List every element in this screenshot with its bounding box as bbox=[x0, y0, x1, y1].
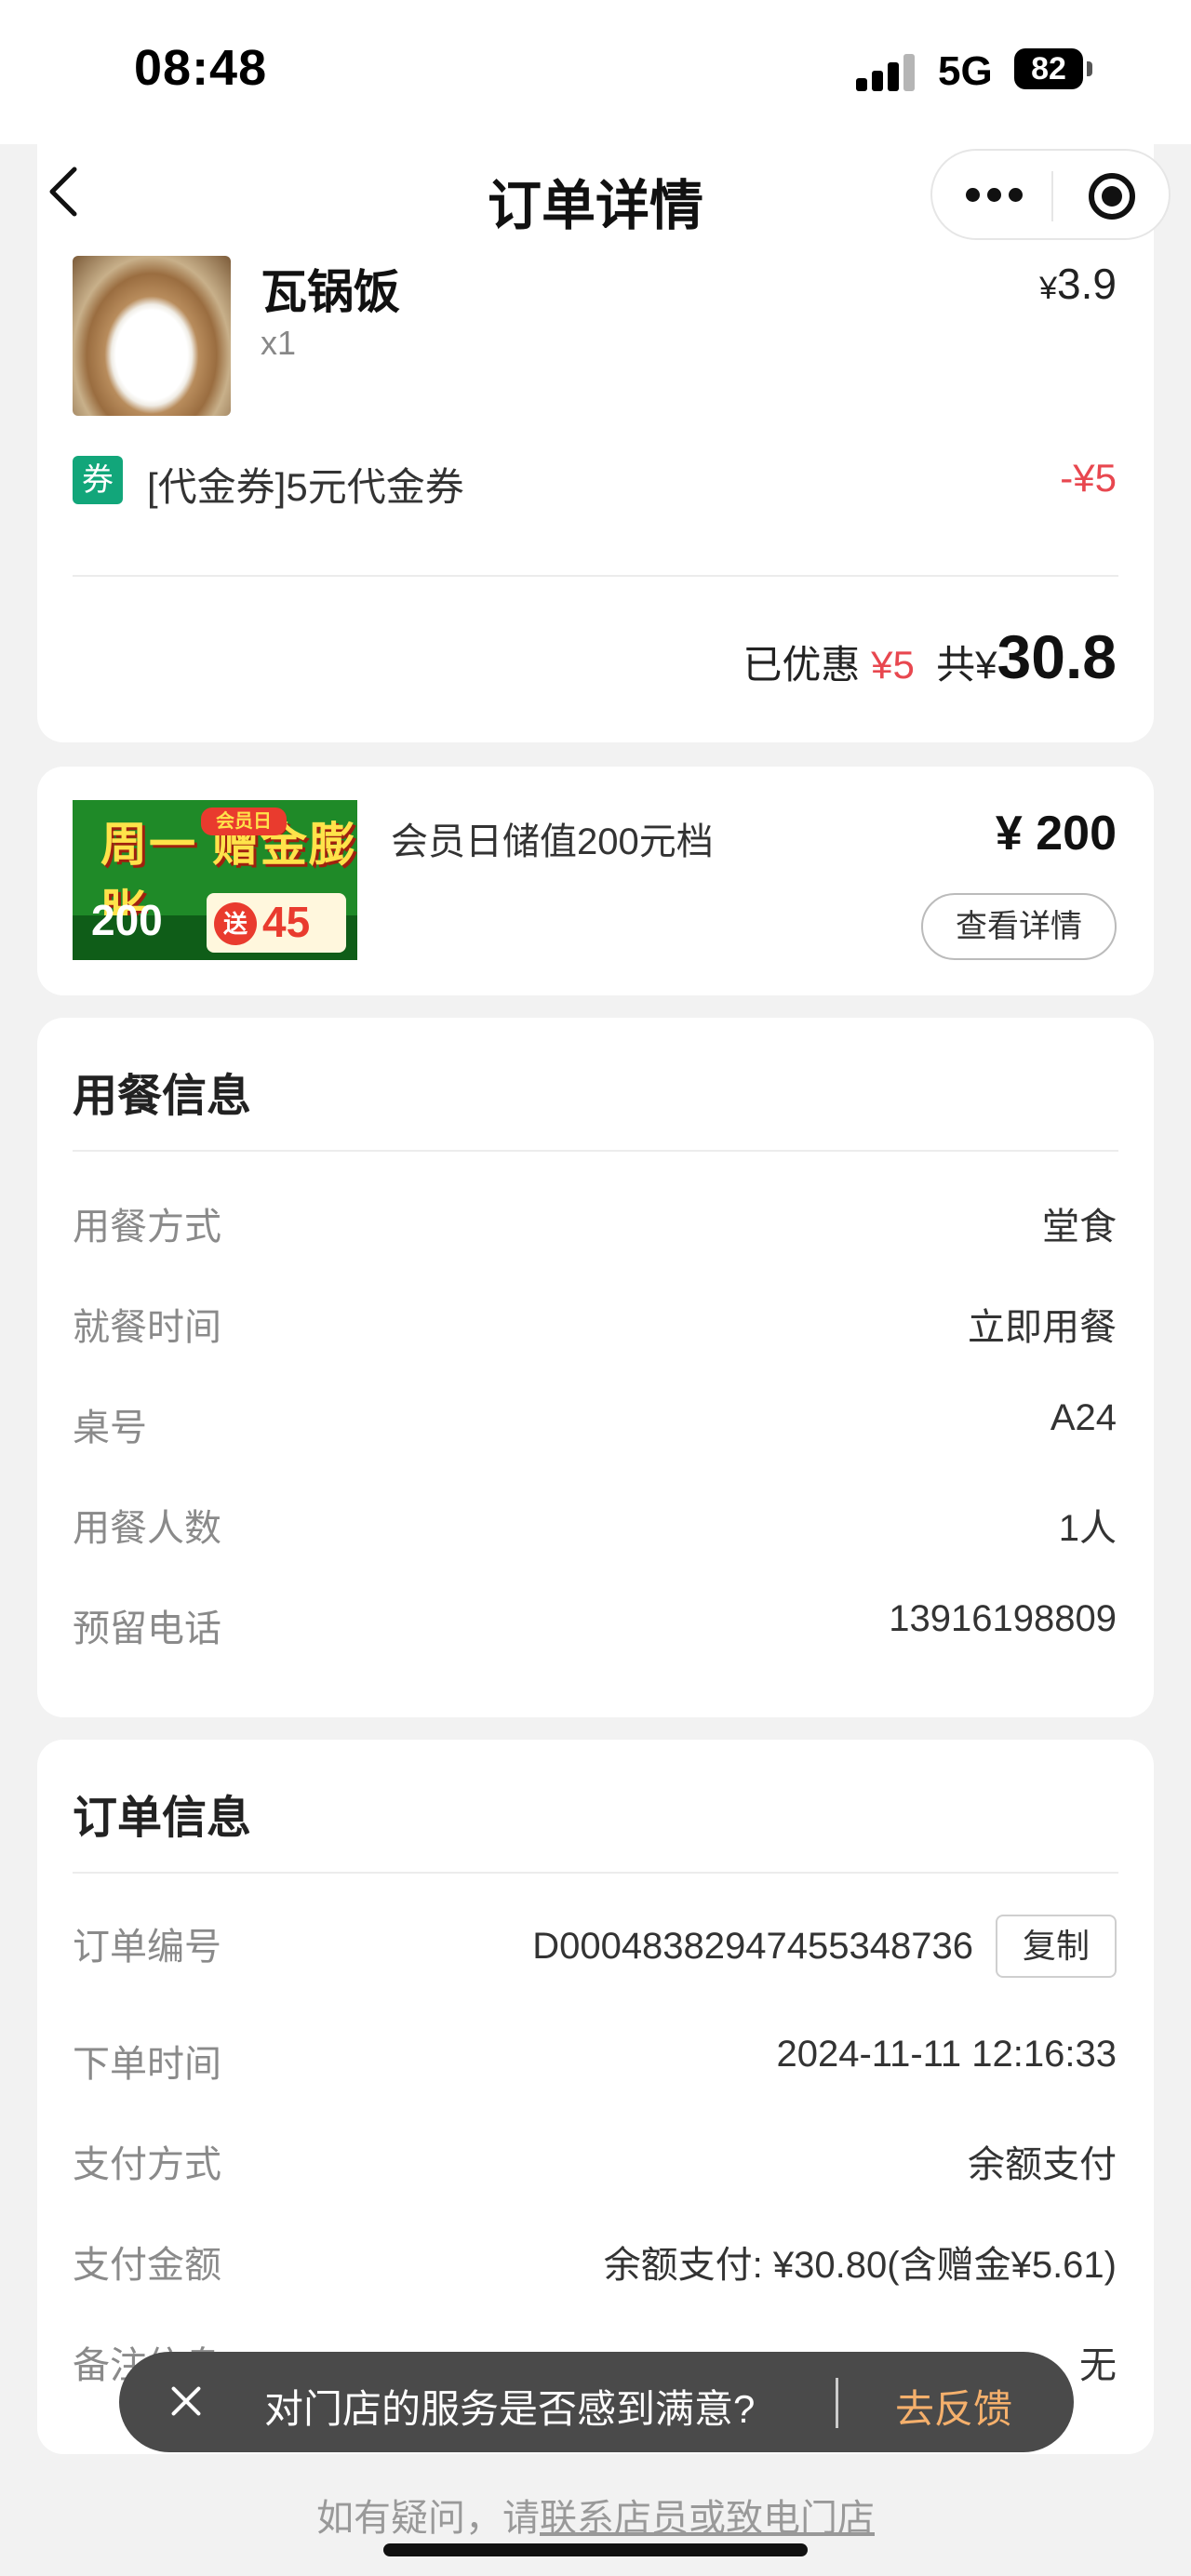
order-number: D00048382947455348736 bbox=[532, 1926, 973, 1967]
battery-icon: 82 bbox=[1014, 48, 1083, 89]
battery-tip bbox=[1087, 61, 1092, 76]
order-row-value: 2024-11-11 12:16:33 bbox=[776, 2034, 1117, 2075]
copy-button[interactable]: 复制 bbox=[996, 1915, 1117, 1978]
food-thumbnail bbox=[73, 256, 231, 416]
status-bar: 08:48 5G 82 订单详情 bbox=[0, 0, 1191, 240]
discount-label: 已优惠 bbox=[743, 643, 861, 687]
status-time: 08:48 bbox=[134, 40, 268, 96]
coupon-discount: -¥5 bbox=[1060, 456, 1117, 500]
divider bbox=[73, 575, 1118, 577]
dining-row-value: A24 bbox=[1050, 1397, 1117, 1438]
promo-price: ¥ 200 bbox=[995, 807, 1117, 861]
promo-image-base: 200 bbox=[91, 896, 163, 944]
order-row-label: 支付金额 bbox=[73, 2245, 221, 2286]
dining-row-value: 堂食 bbox=[1042, 1207, 1117, 1248]
dining-row-label: 就餐时间 bbox=[73, 1307, 221, 1348]
footer-help: 如有疑问，请联系店员或致电门店 bbox=[0, 2488, 1191, 2542]
total-label: 共 bbox=[936, 643, 976, 687]
promo-image-gift-amount: 45 bbox=[262, 898, 311, 946]
divider bbox=[73, 1150, 1118, 1152]
close-icon[interactable] bbox=[164, 2378, 210, 2424]
dining-row-label: 预留电话 bbox=[73, 1608, 221, 1649]
promo-name: 会员日储值200元档 bbox=[391, 821, 714, 862]
contact-store-link[interactable]: 联系店员或致电门店 bbox=[540, 2498, 875, 2539]
order-row-value: 无 bbox=[1079, 2345, 1117, 2386]
dining-row-label: 用餐人数 bbox=[73, 1508, 221, 1549]
promo-image-gift-word: 送 bbox=[214, 902, 257, 945]
more-dots-icon[interactable] bbox=[966, 186, 1024, 205]
feedback-toast: 对门店的服务是否感到满意? 去反馈 bbox=[119, 2352, 1074, 2452]
battery-level: 82 bbox=[1031, 51, 1066, 87]
currency-symbol: ¥ bbox=[1039, 271, 1058, 306]
coupon-tag: 券 bbox=[73, 456, 123, 504]
order-row-value: 余额支付: ¥30.80(含赠金¥5.61) bbox=[603, 2245, 1117, 2286]
discount-value: ¥5 bbox=[871, 643, 915, 687]
divider bbox=[73, 1872, 1118, 1874]
food-price-value: 3.9 bbox=[1057, 260, 1117, 308]
promo-banner-image: 周一 赠金膨胀 会员日 200 送 45 bbox=[73, 800, 357, 960]
order-row-label: 下单时间 bbox=[73, 2044, 221, 2085]
promo-image-gift: 送 45 bbox=[207, 893, 346, 953]
order-detail-page: 瓦锅饭 x1 ¥3.9 券 [代金券]5元代金券 -¥5 已优惠 ¥5 共¥30… bbox=[0, 0, 1191, 2576]
order-row-label: 订单编号 bbox=[73, 1927, 221, 1968]
order-row-value: 余额支付 bbox=[968, 2144, 1117, 2185]
total-amount: 30.8 bbox=[997, 622, 1117, 691]
order-summary: 已优惠 ¥5 共¥30.8 bbox=[743, 621, 1117, 692]
signal-icon bbox=[856, 52, 917, 91]
home-indicator[interactable] bbox=[383, 2543, 808, 2556]
order-info-title: 订单信息 bbox=[73, 1794, 252, 1843]
total-currency: ¥ bbox=[975, 643, 997, 687]
food-name: 瓦锅饭 bbox=[261, 266, 400, 318]
dining-row-value: 立即用餐 bbox=[968, 1307, 1117, 1348]
network-type: 5G bbox=[938, 48, 993, 94]
dining-row-value: 1人 bbox=[1058, 1508, 1117, 1549]
toast-divider bbox=[836, 2378, 838, 2428]
dining-row-label: 用餐方式 bbox=[73, 1207, 221, 1248]
capsule-divider bbox=[1051, 171, 1053, 221]
dining-row-label: 桌号 bbox=[73, 1408, 147, 1448]
miniprogram-capsule bbox=[930, 149, 1171, 240]
footer-prefix: 如有疑问，请 bbox=[316, 2498, 540, 2539]
coupon-name: [代金券]5元代金券 bbox=[147, 465, 464, 509]
close-target-icon[interactable] bbox=[1089, 173, 1135, 220]
order-row-label: 支付方式 bbox=[73, 2144, 221, 2185]
dining-info-title: 用餐信息 bbox=[73, 1072, 252, 1121]
dining-row-value: 13916198809 bbox=[889, 1598, 1117, 1639]
toast-message: 对门店的服务是否感到满意? bbox=[264, 2387, 756, 2431]
food-quantity: x1 bbox=[261, 324, 297, 362]
food-price: ¥3.9 bbox=[1039, 259, 1117, 309]
promo-image-badge: 会员日 bbox=[201, 808, 287, 835]
feedback-button[interactable]: 去反馈 bbox=[895, 2378, 1012, 2435]
view-detail-button[interactable]: 查看详情 bbox=[921, 893, 1117, 960]
